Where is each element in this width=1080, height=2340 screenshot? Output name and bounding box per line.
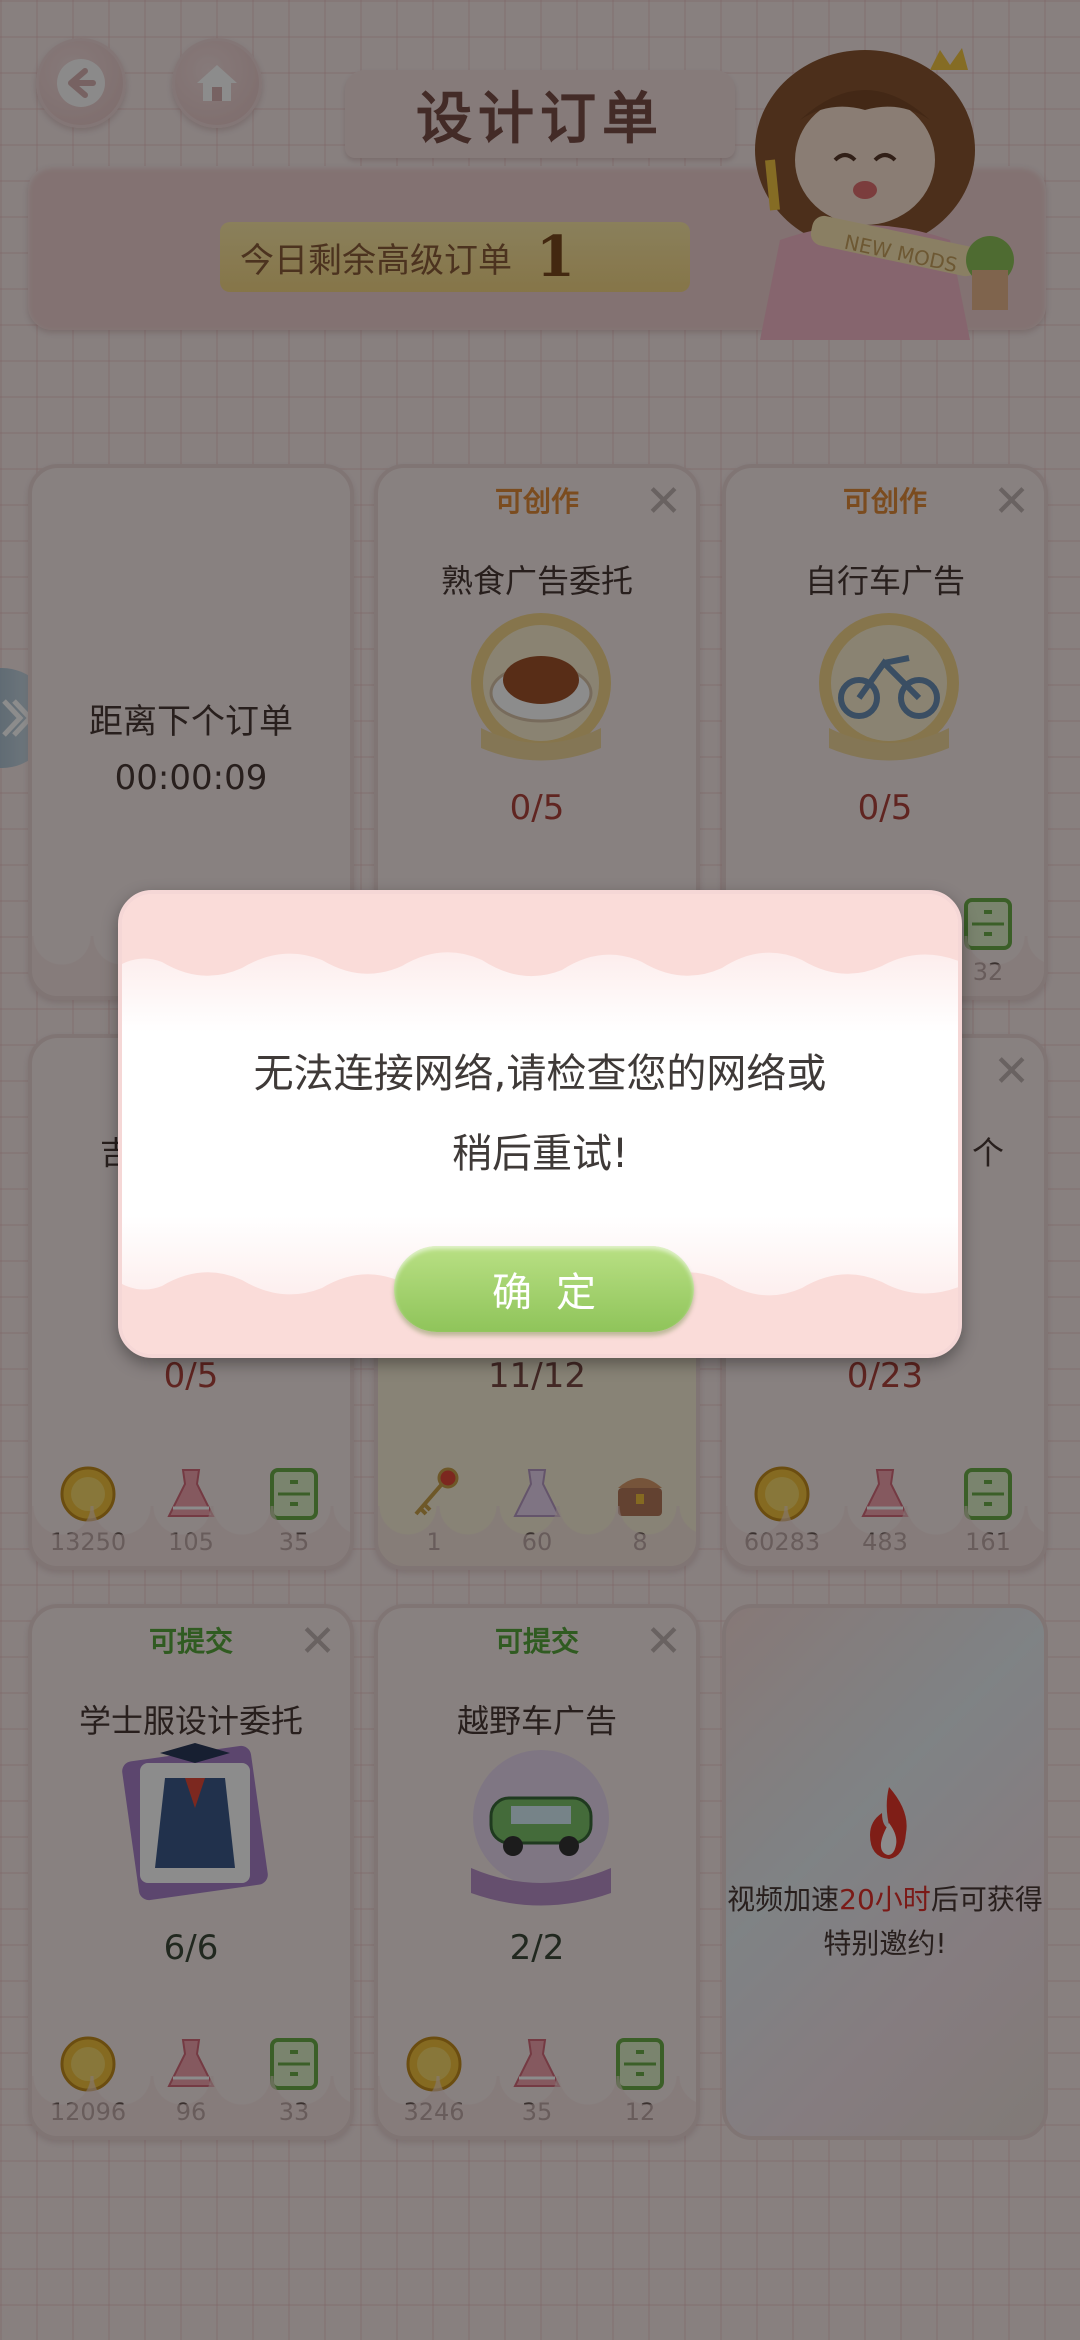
dialog-message-line2: 稍后重试! bbox=[451, 1131, 629, 1177]
confirm-button[interactable]: 确定 bbox=[394, 1246, 694, 1332]
dialog-message-line1: 无法连接网络,请检查您的网络或 bbox=[253, 1051, 827, 1097]
dialog-message: 无法连接网络,请检查您的网络或 稍后重试! bbox=[162, 1034, 918, 1194]
dialog-wave-decoration bbox=[122, 894, 958, 977]
network-error-dialog: 无法连接网络,请检查您的网络或 稍后重试! 确定 bbox=[118, 890, 962, 1358]
